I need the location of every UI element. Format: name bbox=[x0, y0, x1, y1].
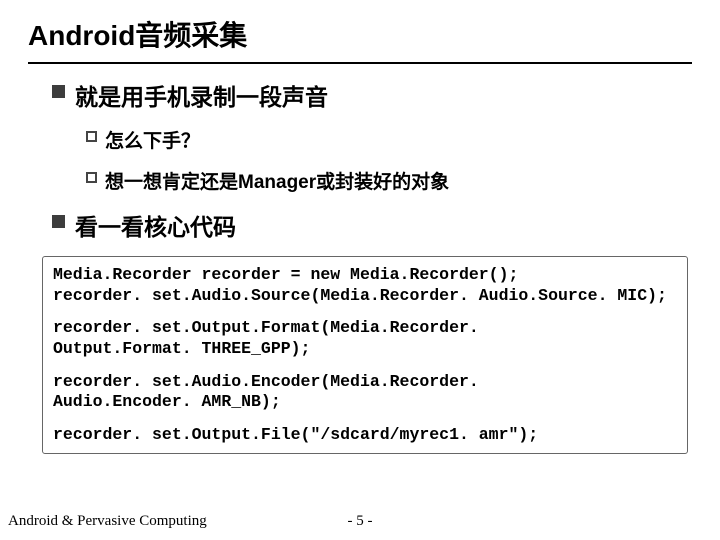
footer-left-text: Android & Pervasive Computing bbox=[0, 513, 207, 530]
square-bullet-icon bbox=[52, 215, 65, 228]
slide-body: Android音频采集 就是用手机录制一段声音 怎么下手？ 想一想肯定还是Man… bbox=[0, 0, 720, 454]
slide-content: 就是用手机录制一段声音 怎么下手？ 想一想肯定还是Manager或封装好的对象 … bbox=[28, 78, 692, 242]
code-line: recorder. set.Audio.Source(Media.Recorde… bbox=[53, 286, 677, 307]
code-line: recorder. set.Audio.Encoder(Media.Record… bbox=[53, 372, 677, 393]
slide-footer: Android & Pervasive Computing - 5 - bbox=[0, 513, 720, 530]
code-line: Audio.Encoder. AMR_NB); bbox=[53, 392, 677, 413]
footer-page-number: - 5 - bbox=[348, 513, 373, 530]
code-line: Media.Recorder recorder = new Media.Reco… bbox=[53, 265, 677, 286]
code-block: recorder. set.Audio.Encoder(Media.Record… bbox=[53, 372, 677, 413]
bullet-text: 看一看核心代码 bbox=[75, 208, 236, 242]
code-block: Media.Recorder recorder = new Media.Reco… bbox=[53, 265, 677, 306]
bullet-level1: 就是用手机录制一段声音 bbox=[52, 78, 692, 112]
bullet-level2: 想一想肯定还是Manager或封装好的对象 bbox=[86, 167, 692, 194]
code-block: recorder. set.Output.File("/sdcard/myrec… bbox=[53, 425, 677, 446]
hollow-square-bullet-icon bbox=[86, 172, 97, 183]
bullet-text: 想一想肯定还是Manager或封装好的对象 bbox=[105, 167, 449, 194]
bullet-level1: 看一看核心代码 bbox=[52, 208, 692, 242]
bullet-text: 就是用手机录制一段声音 bbox=[75, 78, 328, 112]
hollow-square-bullet-icon bbox=[86, 131, 97, 142]
code-line: recorder. set.Output.File("/sdcard/myrec… bbox=[53, 425, 677, 446]
bullet-text: 怎么下手？ bbox=[105, 126, 200, 153]
code-line: recorder. set.Output.Format(Media.Record… bbox=[53, 318, 677, 339]
code-block: recorder. set.Output.Format(Media.Record… bbox=[53, 318, 677, 359]
slide-title: Android音频采集 bbox=[28, 14, 692, 64]
code-line: Output.Format. THREE_GPP); bbox=[53, 339, 677, 360]
square-bullet-icon bbox=[52, 85, 65, 98]
bullet-level2: 怎么下手？ bbox=[86, 126, 692, 153]
code-box: Media.Recorder recorder = new Media.Reco… bbox=[42, 256, 688, 454]
